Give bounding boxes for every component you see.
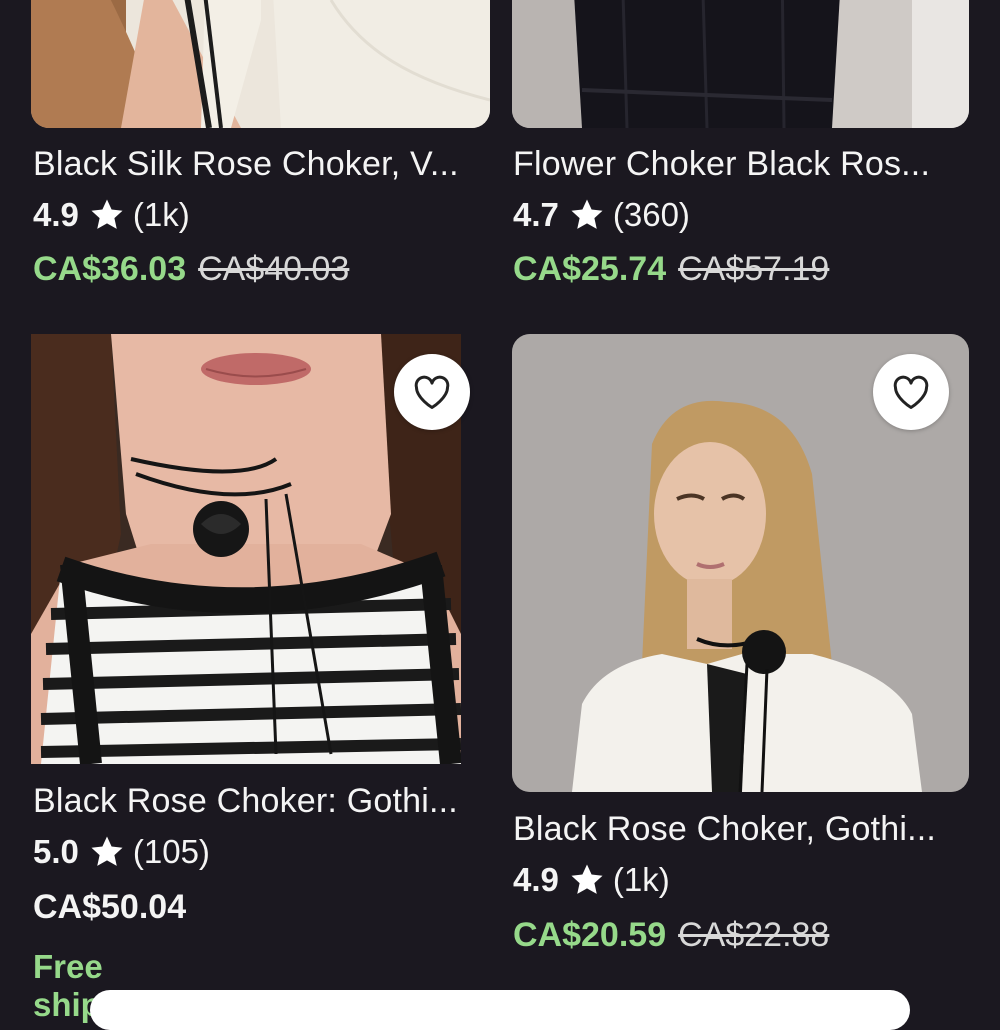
original-price: CA$22.88	[678, 916, 830, 954]
product-price: CA$50.04	[33, 888, 186, 927]
original-price: CA$57.19	[678, 250, 830, 288]
sale-price: CA$36.03	[33, 250, 187, 288]
product-title[interactable]: Black Silk Rose Choker, V...	[33, 145, 459, 184]
review-count: (360)	[612, 196, 690, 233]
product-title[interactable]: Black Rose Choker, Gothi...	[513, 810, 936, 849]
product-rating: 4.9 (1k)	[33, 196, 190, 234]
review-count: (105)	[132, 833, 210, 870]
heart-outline-icon	[412, 374, 452, 410]
bottom-sheet-edge	[90, 990, 910, 1030]
favorite-button[interactable]	[394, 354, 470, 430]
product-price: CA$36.03 CA$40.03	[33, 250, 349, 289]
review-count: (1k)	[132, 196, 190, 233]
star-icon	[89, 198, 125, 232]
star-icon	[569, 198, 605, 232]
product-title[interactable]: Black Rose Choker: Gothi...	[33, 782, 458, 821]
product-title[interactable]: Flower Choker Black Ros...	[513, 145, 930, 184]
product-image-2[interactable]	[512, 0, 969, 128]
favorite-button[interactable]	[873, 354, 949, 430]
product-rating: 4.9 (1k)	[513, 861, 670, 899]
product-image-1[interactable]	[31, 0, 490, 128]
heart-outline-icon	[891, 374, 931, 410]
product-rating: 4.7 (360)	[513, 196, 690, 234]
rating-score: 4.7	[513, 196, 559, 233]
star-icon	[569, 863, 605, 897]
original-price: CA$40.03	[198, 250, 350, 288]
price: CA$50.04	[33, 888, 187, 926]
sale-price: CA$25.74	[513, 250, 667, 288]
star-icon	[89, 835, 125, 869]
rating-score: 4.9	[513, 861, 559, 898]
product-rating: 5.0 (105)	[33, 833, 210, 871]
sale-price: CA$20.59	[513, 916, 667, 954]
product-price: CA$25.74 CA$57.19	[513, 250, 829, 289]
rating-score: 4.9	[33, 196, 79, 233]
rating-score: 5.0	[33, 833, 79, 870]
product-price: CA$20.59 CA$22.88	[513, 916, 829, 955]
review-count: (1k)	[612, 861, 670, 898]
